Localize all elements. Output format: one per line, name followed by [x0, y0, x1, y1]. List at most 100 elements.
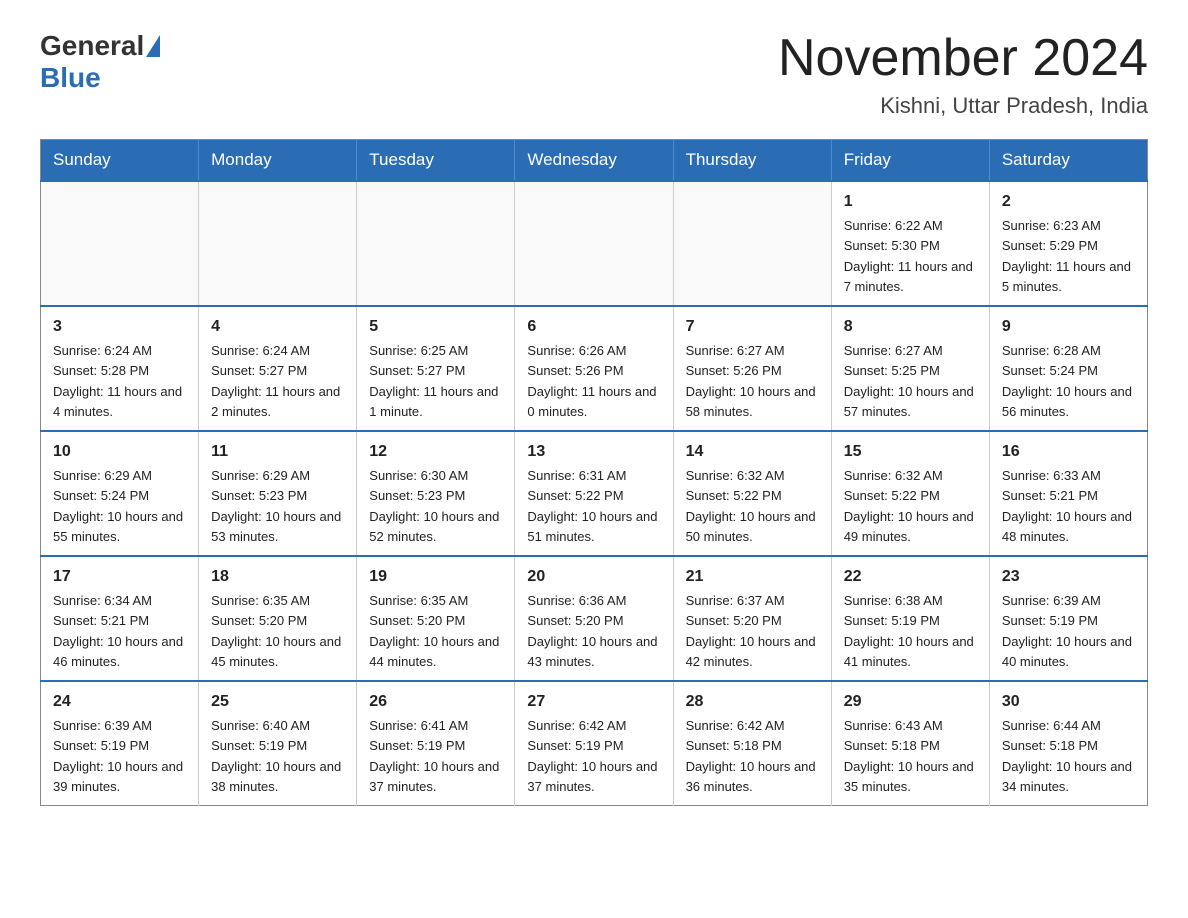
day-info: Sunrise: 6:34 AMSunset: 5:21 PMDaylight:… [53, 593, 183, 669]
day-info: Sunrise: 6:28 AMSunset: 5:24 PMDaylight:… [1002, 343, 1132, 419]
calendar-cell: 28 Sunrise: 6:42 AMSunset: 5:18 PMDayligh… [673, 681, 831, 806]
day-info: Sunrise: 6:27 AMSunset: 5:25 PMDaylight:… [844, 343, 974, 419]
day-number: 20 [527, 565, 660, 589]
calendar-cell: 8 Sunrise: 6:27 AMSunset: 5:25 PMDaylight… [831, 306, 989, 431]
calendar-header-row: SundayMondayTuesdayWednesdayThursdayFrid… [41, 140, 1148, 182]
day-number: 24 [53, 690, 186, 714]
day-number: 19 [369, 565, 502, 589]
day-info: Sunrise: 6:26 AMSunset: 5:26 PMDaylight:… [527, 343, 656, 419]
day-number: 26 [369, 690, 502, 714]
calendar-cell: 4 Sunrise: 6:24 AMSunset: 5:27 PMDaylight… [199, 306, 357, 431]
calendar-day-header-wednesday: Wednesday [515, 140, 673, 182]
calendar-day-header-thursday: Thursday [673, 140, 831, 182]
day-number: 25 [211, 690, 344, 714]
calendar-cell [199, 181, 357, 306]
day-info: Sunrise: 6:39 AMSunset: 5:19 PMDaylight:… [53, 718, 183, 794]
day-number: 11 [211, 440, 344, 464]
day-number: 29 [844, 690, 977, 714]
calendar-cell: 13Sunrise: 6:31 AMSunset: 5:22 PMDayligh… [515, 431, 673, 556]
day-info: Sunrise: 6:35 AMSunset: 5:20 PMDaylight:… [211, 593, 341, 669]
day-number: 27 [527, 690, 660, 714]
calendar-cell: 9 Sunrise: 6:28 AMSunset: 5:24 PMDaylight… [989, 306, 1147, 431]
calendar-week-row: 10Sunrise: 6:29 AMSunset: 5:24 PMDayligh… [41, 431, 1148, 556]
logo-triangle-icon [146, 35, 160, 57]
day-info: Sunrise: 6:23 AMSunset: 5:29 PMDaylight:… [1002, 218, 1131, 294]
day-number: 22 [844, 565, 977, 589]
day-number: 7 [686, 315, 819, 339]
logo-text: General [40, 30, 162, 62]
logo-general: General [40, 30, 144, 62]
calendar-cell: 26 Sunrise: 6:41 AMSunset: 5:19 PMDayligh… [357, 681, 515, 806]
day-number: 8 [844, 315, 977, 339]
day-info: Sunrise: 6:24 AMSunset: 5:27 PMDaylight:… [211, 343, 340, 419]
day-number: 16 [1002, 440, 1135, 464]
calendar-cell: 25Sunrise: 6:40 AMSunset: 5:19 PMDayligh… [199, 681, 357, 806]
calendar-cell: 7 Sunrise: 6:27 AMSunset: 5:26 PMDaylight… [673, 306, 831, 431]
day-number: 28 [686, 690, 819, 714]
calendar-cell [673, 181, 831, 306]
calendar-header: SundayMondayTuesdayWednesdayThursdayFrid… [41, 140, 1148, 182]
day-number: 21 [686, 565, 819, 589]
calendar-day-header-friday: Friday [831, 140, 989, 182]
calendar-week-row: 1Sunrise: 6:22 AMSunset: 5:30 PMDaylight… [41, 181, 1148, 306]
day-number: 14 [686, 440, 819, 464]
calendar-day-header-sunday: Sunday [41, 140, 199, 182]
day-info: Sunrise: 6:32 AMSunset: 5:22 PMDaylight:… [686, 468, 816, 544]
day-number: 3 [53, 315, 186, 339]
day-number: 9 [1002, 315, 1135, 339]
day-info: Sunrise: 6:30 AMSunset: 5:23 PMDaylight:… [369, 468, 499, 544]
day-number: 23 [1002, 565, 1135, 589]
calendar-cell: 15Sunrise: 6:32 AMSunset: 5:22 PMDayligh… [831, 431, 989, 556]
month-title: November 2024 [778, 30, 1148, 87]
calendar-cell: 23 Sunrise: 6:39 AMSunset: 5:19 PMDayligh… [989, 556, 1147, 681]
calendar-cell: 30 Sunrise: 6:44 AMSunset: 5:18 PMDayligh… [989, 681, 1147, 806]
day-info: Sunrise: 6:31 AMSunset: 5:22 PMDaylight:… [527, 468, 657, 544]
calendar-week-row: 24 Sunrise: 6:39 AMSunset: 5:19 PMDayligh… [41, 681, 1148, 806]
day-info: Sunrise: 6:29 AMSunset: 5:24 PMDaylight:… [53, 468, 183, 544]
calendar-cell: 2 Sunrise: 6:23 AMSunset: 5:29 PMDaylight… [989, 181, 1147, 306]
day-info: Sunrise: 6:33 AMSunset: 5:21 PMDaylight:… [1002, 468, 1132, 544]
day-info: Sunrise: 6:41 AMSunset: 5:19 PMDaylight:… [369, 718, 499, 794]
calendar-cell: 1Sunrise: 6:22 AMSunset: 5:30 PMDaylight… [831, 181, 989, 306]
day-info: Sunrise: 6:24 AMSunset: 5:28 PMDaylight:… [53, 343, 182, 419]
calendar-cell [357, 181, 515, 306]
day-number: 4 [211, 315, 344, 339]
title-section: November 2024 Kishni, Uttar Pradesh, Ind… [778, 30, 1148, 119]
calendar-cell: 3 Sunrise: 6:24 AMSunset: 5:28 PMDaylight… [41, 306, 199, 431]
logo: General Blue [40, 30, 162, 94]
page-header: General Blue November 2024 Kishni, Uttar… [40, 30, 1148, 119]
calendar-cell: 10Sunrise: 6:29 AMSunset: 5:24 PMDayligh… [41, 431, 199, 556]
calendar-day-header-monday: Monday [199, 140, 357, 182]
day-number: 5 [369, 315, 502, 339]
day-number: 15 [844, 440, 977, 464]
day-info: Sunrise: 6:39 AMSunset: 5:19 PMDaylight:… [1002, 593, 1132, 669]
location-title: Kishni, Uttar Pradesh, India [778, 93, 1148, 119]
calendar-cell: 16 Sunrise: 6:33 AMSunset: 5:21 PMDayligh… [989, 431, 1147, 556]
calendar-day-header-saturday: Saturday [989, 140, 1147, 182]
day-number: 18 [211, 565, 344, 589]
day-info: Sunrise: 6:38 AMSunset: 5:19 PMDaylight:… [844, 593, 974, 669]
calendar-cell: 17Sunrise: 6:34 AMSunset: 5:21 PMDayligh… [41, 556, 199, 681]
logo-blue: Blue [40, 62, 101, 94]
calendar-cell: 22 Sunrise: 6:38 AMSunset: 5:19 PMDayligh… [831, 556, 989, 681]
day-info: Sunrise: 6:42 AMSunset: 5:18 PMDaylight:… [686, 718, 816, 794]
calendar-cell: 14 Sunrise: 6:32 AMSunset: 5:22 PMDayligh… [673, 431, 831, 556]
calendar-week-row: 17Sunrise: 6:34 AMSunset: 5:21 PMDayligh… [41, 556, 1148, 681]
calendar-day-header-tuesday: Tuesday [357, 140, 515, 182]
day-info: Sunrise: 6:27 AMSunset: 5:26 PMDaylight:… [686, 343, 816, 419]
day-info: Sunrise: 6:37 AMSunset: 5:20 PMDaylight:… [686, 593, 816, 669]
day-info: Sunrise: 6:35 AMSunset: 5:20 PMDaylight:… [369, 593, 499, 669]
calendar-cell: 19 Sunrise: 6:35 AMSunset: 5:20 PMDayligh… [357, 556, 515, 681]
calendar-cell: 21 Sunrise: 6:37 AMSunset: 5:20 PMDayligh… [673, 556, 831, 681]
day-info: Sunrise: 6:25 AMSunset: 5:27 PMDaylight:… [369, 343, 498, 419]
calendar-table: SundayMondayTuesdayWednesdayThursdayFrid… [40, 139, 1148, 806]
day-info: Sunrise: 6:29 AMSunset: 5:23 PMDaylight:… [211, 468, 341, 544]
calendar-cell: 24 Sunrise: 6:39 AMSunset: 5:19 PMDayligh… [41, 681, 199, 806]
day-info: Sunrise: 6:44 AMSunset: 5:18 PMDaylight:… [1002, 718, 1132, 794]
day-number: 2 [1002, 190, 1135, 214]
calendar-cell: 27Sunrise: 6:42 AMSunset: 5:19 PMDayligh… [515, 681, 673, 806]
calendar-cell: 20Sunrise: 6:36 AMSunset: 5:20 PMDayligh… [515, 556, 673, 681]
calendar-week-row: 3 Sunrise: 6:24 AMSunset: 5:28 PMDaylight… [41, 306, 1148, 431]
day-number: 1 [844, 190, 977, 214]
day-number: 30 [1002, 690, 1135, 714]
